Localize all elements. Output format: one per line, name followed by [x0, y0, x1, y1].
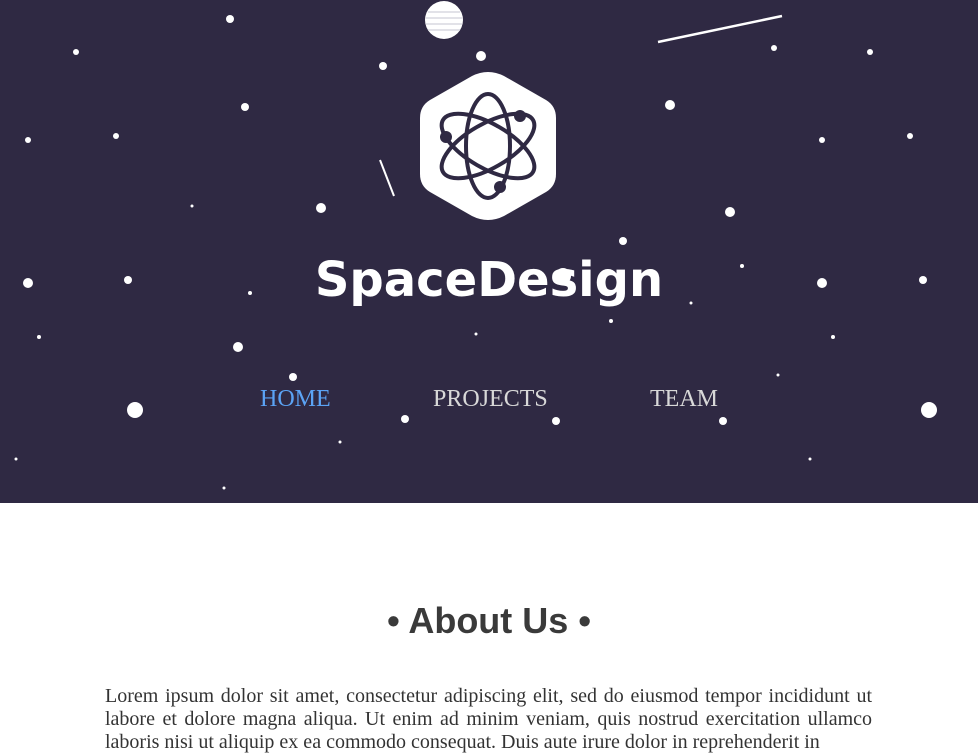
- nav-team-link[interactable]: TEAM: [650, 386, 718, 413]
- atom-icon[interactable]: [418, 70, 558, 222]
- nav-projects-link[interactable]: PROJECTS: [433, 386, 548, 413]
- nav-home-link[interactable]: HOME: [260, 386, 331, 413]
- about-paragraph: Lorem ipsum dolor sit amet, consectetur …: [105, 685, 872, 753]
- brand-name: SpaceDesign: [314, 252, 664, 308]
- hero-header: SpaceDesign HOME PROJECTS TEAM: [0, 0, 978, 503]
- about-heading: • About Us •: [387, 600, 591, 641]
